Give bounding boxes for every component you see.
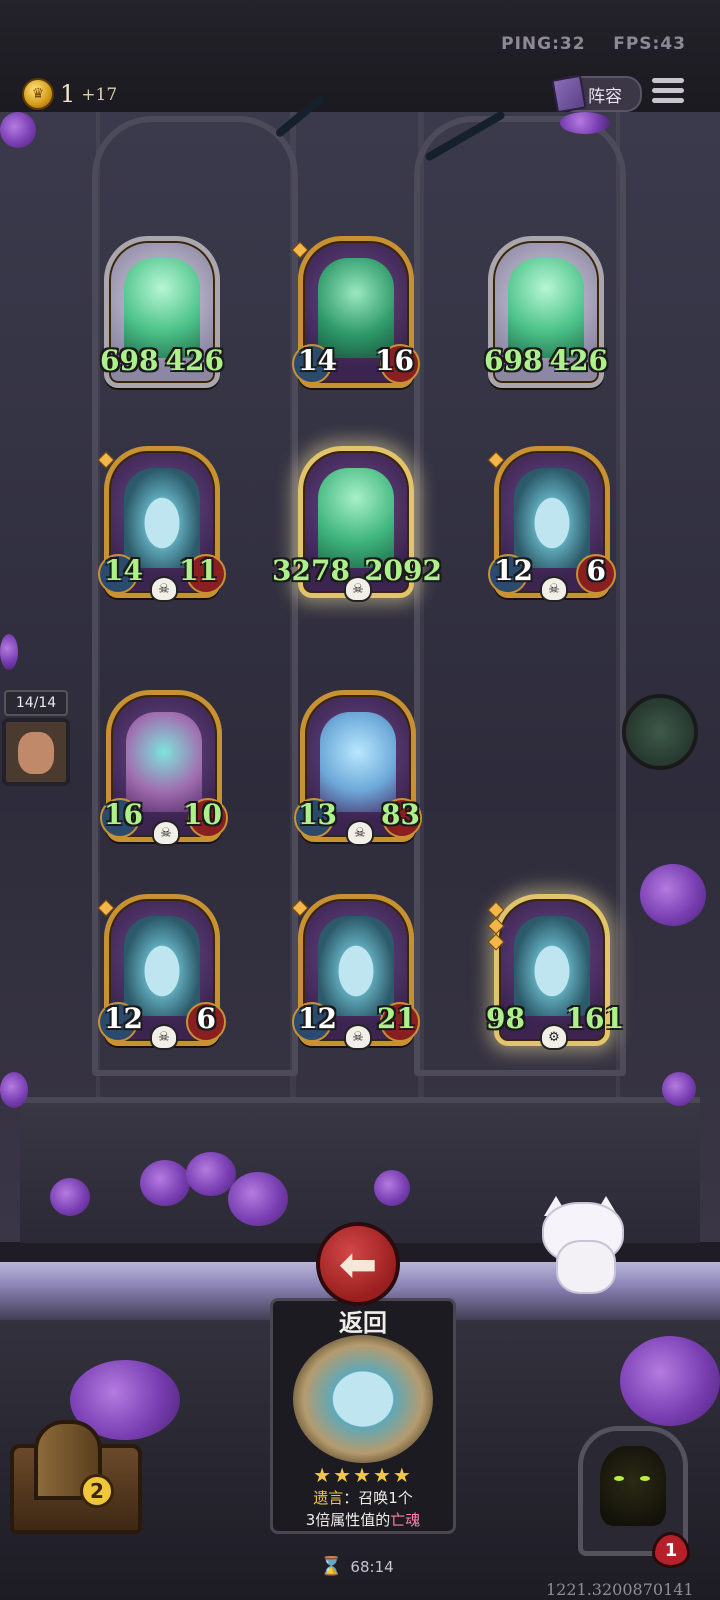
round-timer: ⌛ 68:14 xyxy=(320,1556,394,1577)
rose-decoration xyxy=(0,1072,28,1108)
timer-value: 68:14 xyxy=(350,1557,394,1576)
rose-decoration xyxy=(50,1178,90,1216)
bottled-ghost-portrait xyxy=(514,468,590,568)
rose-decoration xyxy=(186,1152,236,1196)
gold-amount: 1 xyxy=(60,80,76,108)
unit-health: 16 xyxy=(375,344,414,377)
rose-decoration xyxy=(228,1172,288,1226)
lineup-label: 阵容 xyxy=(588,86,622,107)
unit-card[interactable]: 12 6 ☠ xyxy=(487,446,616,602)
pet-cat[interactable] xyxy=(538,1196,628,1296)
unit-card[interactable]: 14 11 ☠ xyxy=(97,446,226,602)
ability-keyword: 遗言 xyxy=(313,1489,344,1507)
unit-health: 426 xyxy=(549,344,608,377)
unit-card[interactable]: 12 21 ☠ xyxy=(291,894,420,1050)
top-hud: PING:32 FPS:43 ♛ 1 +17 阵容 xyxy=(0,0,720,114)
lives-count: 1 xyxy=(664,1539,678,1561)
unit-card[interactable]: 98 161 ⚙ xyxy=(486,894,624,1050)
unit-health: 83 xyxy=(381,798,420,831)
unit-detail-card: 返回 ★★★★★ 遗言：召唤1个 3倍属性值的亡魂 xyxy=(270,1298,456,1534)
hooded-ghost-portrait xyxy=(320,712,396,812)
rose-decoration xyxy=(374,1170,410,1206)
lineup-button[interactable]: 阵容 xyxy=(551,74,642,114)
unit-attack: 12 xyxy=(104,1002,143,1035)
fps-readout: FPS:43 xyxy=(613,34,686,54)
unit-attack: 16 xyxy=(104,798,143,831)
ability-line-1: ：召唤1个 xyxy=(343,1489,413,1507)
skull-icon: ☠ xyxy=(150,1024,178,1050)
rose-decoration xyxy=(0,634,18,670)
back-label[interactable]: 返回 xyxy=(273,1303,453,1338)
bottled-ghost-portrait xyxy=(124,468,200,568)
unit-health: 426 xyxy=(165,344,224,377)
rose-decoration xyxy=(0,112,36,148)
unit-attack: 3278 xyxy=(272,554,350,587)
unit-attack: 698 xyxy=(484,344,543,377)
rose-decoration xyxy=(640,864,706,926)
ability-highlight: 亡魂 xyxy=(390,1511,421,1529)
gold-display: ♛ 1 +17 xyxy=(22,78,117,110)
coordinate-readout: 1221.3200870141 xyxy=(546,1580,694,1599)
unit-health: 21 xyxy=(377,1002,416,1035)
ability-text: 遗言：召唤1个 3倍属性值的亡魂 xyxy=(283,1487,443,1531)
unit-card[interactable]: 12 6 ☠ xyxy=(97,894,226,1050)
unit-card[interactable]: 14 16 xyxy=(291,236,420,388)
chest-count-badge: 2 xyxy=(80,1474,114,1508)
unit-card[interactable]: 16 10 ☠ xyxy=(100,690,228,846)
book-icon xyxy=(551,74,587,114)
opponent-portrait[interactable] xyxy=(2,718,70,786)
skull-icon: ☠ xyxy=(540,576,568,602)
unit-attack: 698 xyxy=(100,344,159,377)
bottled-ghost-portrait xyxy=(514,916,590,1016)
unit-health: 2092 xyxy=(364,554,442,587)
unit-attack: 13 xyxy=(298,798,337,831)
skull-icon: ☠ xyxy=(344,576,372,602)
skull-icon: ⚙ xyxy=(540,1024,568,1050)
ability-line-2: 3倍属性值的 xyxy=(305,1511,391,1529)
network-stats: PING:32 FPS:43 xyxy=(501,34,686,54)
rose-decoration xyxy=(560,112,610,134)
swamp-witch-portrait xyxy=(126,712,202,812)
hamburger-menu-icon[interactable] xyxy=(652,78,684,106)
back-button[interactable]: ⬅ xyxy=(316,1222,400,1306)
unit-health: 11 xyxy=(179,554,218,587)
arrow-left-icon: ⬅ xyxy=(338,1237,378,1291)
hourglass-icon: ⌛ xyxy=(320,1556,343,1577)
gold-income: +17 xyxy=(81,85,118,105)
unit-attack: 12 xyxy=(298,1002,337,1035)
ghost-keeper-portrait xyxy=(318,258,394,358)
star-rating: ★★★★★ xyxy=(313,1463,413,1487)
skull-icon: ☠ xyxy=(152,820,180,846)
skull-icon: ☠ xyxy=(346,820,374,846)
unit-attack: 12 xyxy=(494,554,533,587)
bottled-ghost-portrait xyxy=(293,1335,433,1463)
rose-decoration xyxy=(620,1336,720,1426)
unit-card[interactable]: 698 426 xyxy=(100,236,224,388)
ping-readout: PING:32 xyxy=(501,34,586,54)
rose-decoration xyxy=(662,1072,696,1106)
unit-attack: 98 xyxy=(486,1002,525,1035)
coin-icon: ♛ xyxy=(22,78,54,110)
unit-health: 161 xyxy=(565,1002,624,1035)
enemy-count-badge: 14/14 xyxy=(4,690,68,716)
skull-icon: ☠ xyxy=(150,576,178,602)
shadow-hero-portrait xyxy=(600,1446,666,1526)
unit-card[interactable]: 698 426 xyxy=(484,236,608,388)
ghost-bride-portrait xyxy=(124,258,200,358)
unit-health: 6 xyxy=(586,554,606,587)
unit-card[interactable]: 3278 2092 ☠ xyxy=(272,446,442,602)
unit-card[interactable]: 13 83 ☠ xyxy=(294,690,422,846)
ghost-bride-portrait xyxy=(508,258,584,358)
heart-icon: 1 xyxy=(652,1532,690,1568)
unit-attack: 14 xyxy=(104,554,143,587)
bottled-ghost-portrait xyxy=(124,916,200,1016)
skull-icon: ☠ xyxy=(344,1024,372,1050)
rose-decoration xyxy=(140,1160,190,1206)
bottled-ghost-portrait xyxy=(318,916,394,1016)
unit-health: 10 xyxy=(183,798,222,831)
trinket-icon[interactable] xyxy=(622,694,698,770)
unit-attack: 14 xyxy=(298,344,337,377)
unit-health: 6 xyxy=(196,1002,216,1035)
ghost-bride-portrait xyxy=(318,468,394,568)
